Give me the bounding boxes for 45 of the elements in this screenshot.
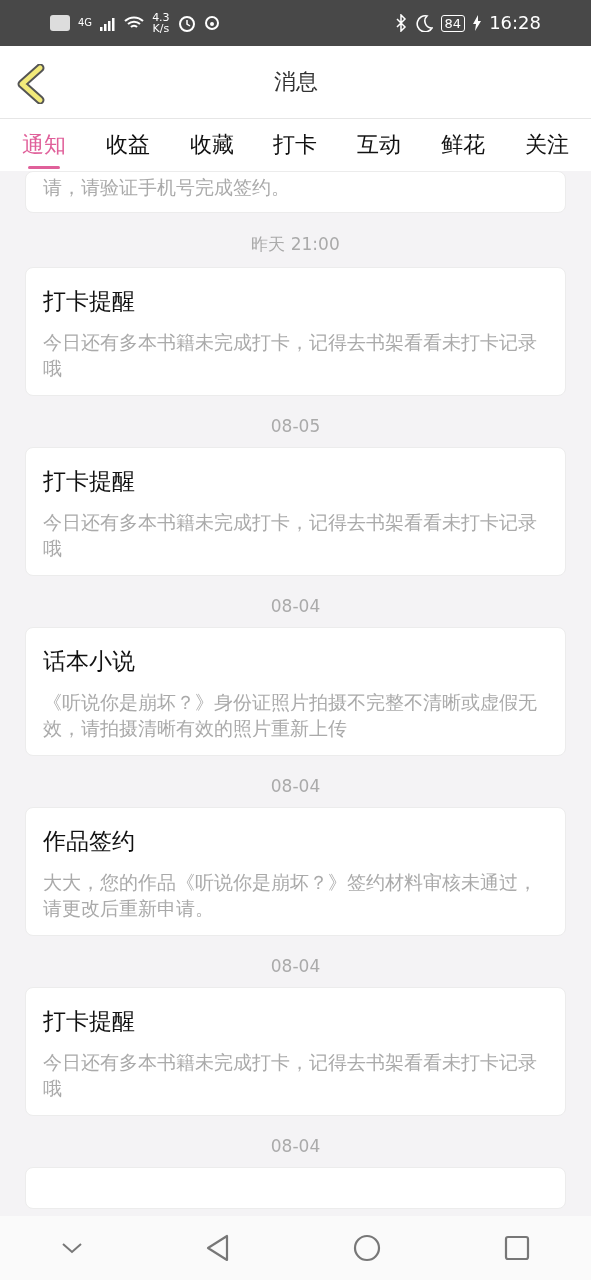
message-title: 打卡提醒 [43, 287, 136, 316]
message-body: 今日还有多本书籍未完成打卡，记得去书架看看未打卡记录哦 [43, 330, 538, 381]
message-time: 08-04 [269, 955, 322, 978]
message-card[interactable]: 打卡提醒 今日还有多本书籍未完成打卡，记得去书架看看未打卡记录哦 [25, 987, 566, 1116]
message-body: 大大，您的作品《听说你是崩坏？》签约材料审核未通过，请更改后重新申请。 [43, 870, 538, 921]
collapse-icon[interactable] [60, 1240, 84, 1256]
back-icon[interactable] [16, 64, 46, 104]
tab[interactable]: 收益 [105, 119, 150, 171]
charging-icon [473, 15, 482, 31]
home-icon[interactable] [352, 1233, 382, 1263]
tab[interactable]: 互动 [357, 119, 402, 171]
alarm-icon [177, 14, 196, 32]
network-label: 4G [78, 18, 93, 28]
message-title: 话本小说 [43, 647, 136, 676]
bluetooth-icon [394, 14, 407, 32]
message-time: 08-04 [269, 1135, 322, 1158]
tab[interactable]: 鲜花 [441, 119, 486, 171]
message-time: 08-04 [269, 775, 322, 798]
message-card[interactable]: 作品签约 大大，您的作品《听说你是崩坏？》签约材料审核未通过，请更改后重新申请。 [25, 807, 566, 936]
message-time: 08-04 [269, 595, 322, 618]
battery-level: 84 [440, 14, 466, 32]
moon-icon [414, 14, 433, 32]
message-body: 今日还有多本书籍未完成打卡，记得去书架看看未打卡记录哦 [43, 510, 538, 561]
message-card[interactable]: 打卡提醒 今日还有多本书籍未完成打卡，记得去书架看看未打卡记录哦 [25, 447, 566, 576]
tab[interactable]: 关注 [524, 119, 569, 171]
message-body: 请，请验证手机号完成签约。 [43, 175, 291, 200]
page-title: 消息 [273, 68, 318, 96]
message-time: 昨天 21:00 [250, 233, 341, 256]
clock-time: 16:28 [489, 14, 541, 32]
message-card[interactable]: 话本小说 《听说你是崩坏？》身份证照片拍摄不完整不清晰或虚假无效，请拍摄清晰有效的照片重新上传 [25, 627, 566, 756]
recents-icon[interactable] [503, 1234, 531, 1262]
tab[interactable]: 打卡 [273, 119, 318, 171]
speed-unit: K/s [152, 23, 170, 34]
back-nav-icon[interactable] [205, 1234, 231, 1262]
message-title: 作品签约 [43, 827, 136, 856]
message-body: 《听说你是崩坏？》身份证照片拍摄不完整不清晰或虚假无效，请拍摄清晰有效的照片重新上传 [43, 690, 538, 741]
speed-value: 4.3 [152, 12, 170, 23]
tab[interactable]: 收藏 [189, 119, 234, 171]
message-time: 08-05 [269, 415, 322, 438]
message-card[interactable]: 打卡提醒 今日还有多本书籍未完成打卡，记得去书架看看未打卡记录哦 [25, 267, 566, 396]
message-body: 今日还有多本书籍未完成打卡，记得去书架看看未打卡记录哦 [43, 1050, 538, 1101]
message-title: 打卡提醒 [43, 467, 136, 496]
signal-icon [100, 15, 117, 31]
message-title: 打卡提醒 [43, 1007, 136, 1036]
tab-indicator [28, 166, 60, 169]
